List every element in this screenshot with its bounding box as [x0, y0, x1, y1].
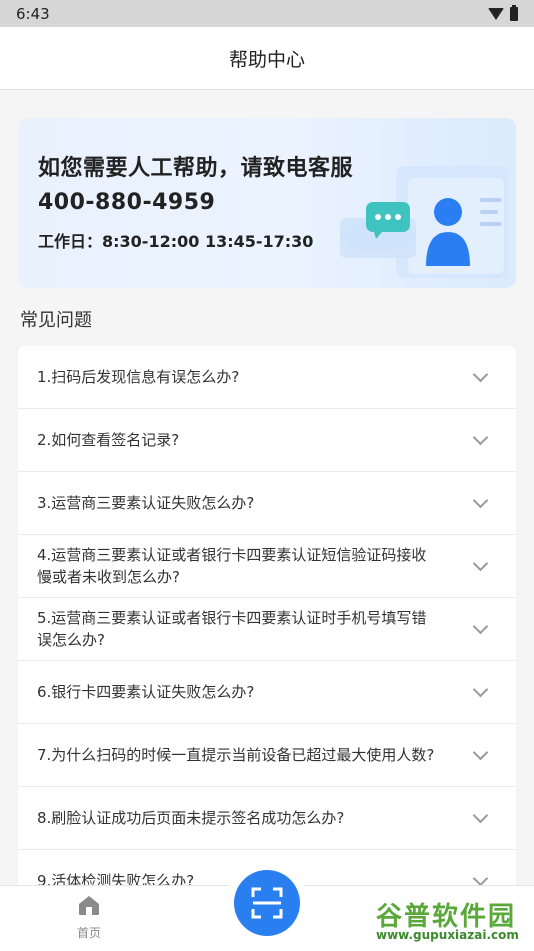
faq-question: 1.扫码后发现信息有误怎么办? — [37, 368, 240, 386]
chevron-down-icon[interactable] — [472, 618, 489, 634]
faq-item[interactable]: 6.银行卡四要素认证失败怎么办? — [18, 661, 516, 724]
watermark-logo: 谷普软件园 www.gupuxiazai.com — [370, 894, 532, 946]
status-icons — [488, 4, 518, 21]
faq-item[interactable]: 4.运营商三要素认证或者银行卡四要素认证短信验证码接收慢或者未收到怎么办? — [18, 535, 516, 598]
faq-item[interactable]: 1.扫码后发现信息有误怎么办? — [18, 346, 516, 409]
working-hours: 工作日：8:30-12:00 13:45-17:30 — [38, 232, 314, 251]
nav-home-label: 首页 — [76, 926, 101, 940]
faq-item[interactable]: 2.如何查看签名记录? — [18, 409, 516, 472]
status-time: 6:43 — [16, 4, 50, 23]
chevron-down-icon[interactable] — [472, 870, 489, 886]
scan-button[interactable] — [234, 870, 300, 936]
faq-item[interactable]: 5.运营商三要素认证或者银行卡四要素认证时手机号填写错误怎么办? — [18, 598, 516, 661]
page-title: 帮助中心 — [228, 48, 305, 71]
chevron-down-icon[interactable] — [472, 555, 489, 571]
nav-home[interactable]: 首页 — [64, 894, 114, 941]
chevron-down-icon[interactable] — [472, 429, 489, 445]
faq-question: 5.运营商三要素认证或者银行卡四要素认证时手机号填写错误怎么办? — [37, 609, 427, 649]
title-bar: 帮助中心 — [0, 27, 534, 90]
chevron-down-icon[interactable] — [472, 807, 489, 823]
faq-question: 6.银行卡四要素认证失败怎么办? — [37, 683, 255, 701]
contact-banner: 如您需要人工帮助，请致电客服 400-880-4959 工作日：8:30-12:… — [18, 118, 516, 288]
faq-question: 2.如何查看签名记录? — [37, 431, 180, 449]
chevron-down-icon[interactable] — [472, 744, 489, 760]
banner-headline: 如您需要人工帮助，请致电客服 — [38, 156, 354, 181]
home-icon — [79, 896, 99, 915]
faq-item[interactable]: 7.为什么扫码的时候一直提示当前设备已超过最大使用人数? — [18, 724, 516, 787]
faq-section-title: 常见问题 — [20, 310, 92, 331]
customer-service-illustration — [340, 166, 508, 278]
wifi-icon — [488, 7, 504, 20]
support-phone-number[interactable]: 400-880-4959 — [38, 190, 215, 215]
chevron-down-icon[interactable] — [472, 681, 489, 697]
faq-question: 8.刷脸认证成功后页面未提示签名成功怎么办? — [37, 809, 345, 827]
faq-question: 3.运营商三要素认证失败怎么办? — [37, 494, 255, 512]
faq-item[interactable]: 8.刷脸认证成功后页面未提示签名成功怎么办? — [18, 787, 516, 850]
watermark-url: www.gupuxiazai.com — [376, 928, 519, 942]
faq-question: 7.为什么扫码的时候一直提示当前设备已超过最大使用人数? — [37, 746, 435, 764]
faq-item[interactable]: 3.运营商三要素认证失败怎么办? — [18, 472, 516, 535]
chevron-down-icon[interactable] — [472, 366, 489, 382]
battery-icon — [510, 4, 518, 21]
faq-question: 4.运营商三要素认证或者银行卡四要素认证短信验证码接收慢或者未收到怎么办? — [37, 546, 427, 586]
scan-icon — [251, 887, 283, 919]
status-bar: 6:43 — [0, 0, 534, 27]
chevron-down-icon[interactable] — [472, 492, 489, 508]
faq-list: 1.扫码后发现信息有误怎么办? 2.如何查看签名记录? 3.运营商三要素认证失败… — [18, 346, 516, 913]
